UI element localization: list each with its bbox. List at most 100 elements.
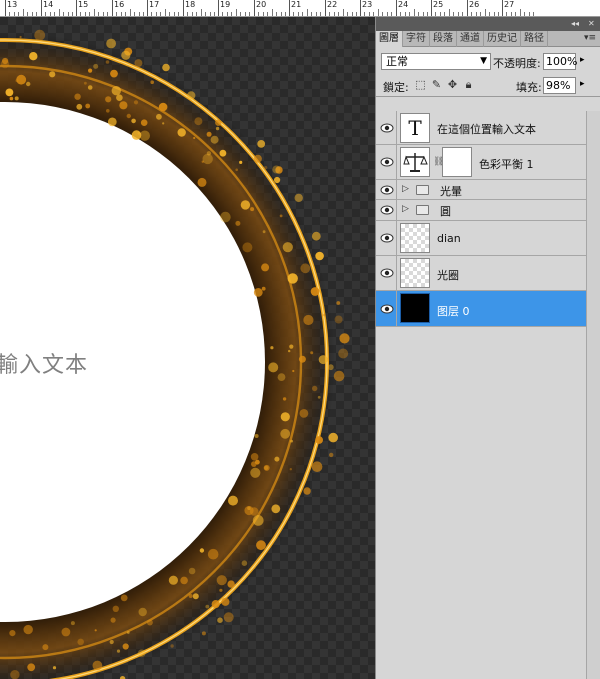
ruler-major-tick — [431, 0, 432, 16]
eye-icon[interactable] — [380, 232, 394, 244]
bokeh-dot — [279, 214, 283, 218]
bokeh-dot — [19, 35, 22, 39]
ruler-minor-tick — [116, 12, 117, 16]
ruler-major-tick — [289, 0, 290, 16]
bokeh-dot — [197, 177, 207, 187]
bokeh-dot — [311, 461, 323, 473]
ruler-minor-tick — [307, 9, 308, 16]
bokeh-dot — [156, 113, 162, 120]
bokeh-dot — [110, 69, 118, 78]
tab-paragraph[interactable]: 段落 — [430, 31, 457, 47]
layers-scrollbar[interactable] — [586, 111, 600, 679]
bokeh-dot — [274, 176, 281, 184]
eye-icon[interactable] — [380, 156, 394, 168]
panel-menu-icon[interactable]: ▾≡ — [580, 31, 600, 46]
bokeh-dot — [239, 160, 243, 164]
tab-channels[interactable]: 通道 — [457, 31, 484, 47]
ruler-minor-tick — [320, 12, 321, 16]
bokeh-dot — [85, 103, 91, 109]
ruler-minor-tick — [382, 12, 383, 16]
bokeh-dot — [223, 612, 234, 623]
ruler-minor-tick — [72, 12, 73, 16]
ruler-minor-tick — [364, 12, 365, 16]
ruler-minor-tick — [524, 12, 525, 16]
bokeh-dot — [253, 154, 262, 163]
layer-row-dian[interactable]: dian — [376, 221, 586, 256]
layer-mask-thumbnail[interactable] — [442, 147, 472, 177]
layer-row-text[interactable]: T 在這個位置輸入文本 — [376, 111, 586, 145]
layer-name: 在這個位置輸入文本 — [437, 123, 536, 136]
ruler-minor-tick — [494, 12, 495, 16]
bokeh-dot — [206, 131, 212, 137]
ruler-minor-tick — [506, 12, 507, 16]
bokeh-dot — [150, 80, 154, 84]
close-icon[interactable]: ✕ — [588, 19, 595, 28]
bokeh-dot — [221, 597, 230, 606]
tab-character[interactable]: 字符 — [403, 31, 430, 47]
lock-position-icon[interactable]: ✥ — [447, 79, 458, 91]
bokeh-dot — [268, 362, 279, 373]
ruler-minor-tick — [240, 12, 241, 16]
bokeh-dot — [250, 453, 259, 461]
eye-icon[interactable] — [380, 122, 394, 134]
bokeh-dot — [329, 452, 334, 458]
lock-pixels-icon[interactable]: ✎ — [431, 79, 442, 91]
bokeh-dot — [94, 629, 97, 632]
document-canvas[interactable]: 輸入文本 — [0, 17, 375, 679]
fill-dropdown-icon[interactable]: ▸ — [580, 79, 585, 89]
layer-row-halo[interactable]: 光圈 — [376, 256, 586, 291]
eye-icon[interactable] — [380, 184, 394, 196]
layer-row-group-circle[interactable]: ▷ 圓 — [376, 200, 586, 221]
ruler-minor-tick — [498, 12, 499, 16]
layer-row-layer-0[interactable]: 图层 0 — [376, 291, 586, 327]
ruler-label: 14 — [43, 0, 54, 9]
bokeh-dot — [280, 428, 291, 439]
bokeh-dot — [52, 666, 57, 670]
ruler-minor-tick — [245, 12, 246, 16]
bokeh-dot — [170, 644, 174, 648]
opacity-dropdown-icon[interactable]: ▸ — [580, 55, 585, 65]
bokeh-dot — [303, 487, 311, 495]
collapse-icon[interactable]: ◂◂ — [571, 19, 579, 28]
layer-name: 色彩平衡 1 — [479, 158, 534, 171]
ruler-minor-tick — [18, 12, 19, 16]
bokeh-dot — [220, 211, 231, 223]
layer-row-group-glow[interactable]: ▷ 光暈 — [376, 180, 586, 200]
eye-icon[interactable] — [380, 204, 394, 216]
ruler-minor-tick — [187, 12, 188, 16]
layer-row-color-balance[interactable]: ⛓ 色彩平衡 1 — [376, 145, 586, 180]
bokeh-dot — [168, 575, 178, 585]
ruler-minor-tick — [236, 9, 237, 16]
blend-mode-select[interactable]: 正常 ▼ — [381, 53, 491, 70]
lock-all-icon[interactable]: 🔒︎ — [463, 79, 474, 91]
bokeh-dot — [261, 263, 270, 272]
bokeh-dot — [339, 333, 350, 344]
bokeh-dot — [272, 165, 281, 174]
fill-input[interactable]: 98% — [543, 77, 576, 94]
ruler-minor-tick — [63, 12, 64, 16]
ruler-major-tick — [76, 0, 77, 16]
bokeh-dot — [274, 456, 280, 462]
lock-row: 鎖定: ⬚ ✎ ✥ 🔒︎ 填充: 98% ▸ — [376, 75, 600, 97]
bokeh-dot — [215, 126, 220, 131]
eye-icon[interactable] — [380, 267, 394, 279]
ruler-minor-tick — [462, 12, 463, 16]
opacity-input[interactable]: 100% — [543, 53, 577, 70]
bokeh-dot — [74, 93, 81, 100]
lock-transparent-icon[interactable]: ⬚ — [415, 79, 426, 91]
ruler-label: 25 — [433, 0, 444, 9]
ruler-minor-tick — [27, 12, 28, 16]
eye-icon[interactable] — [380, 303, 394, 315]
tab-layers[interactable]: 圖層 — [376, 31, 403, 47]
bokeh-dot — [116, 94, 123, 101]
ruler-minor-tick — [356, 12, 357, 16]
ruler-minor-tick — [14, 12, 15, 16]
bokeh-dot — [70, 621, 75, 626]
tab-paths[interactable]: 路径 — [521, 31, 548, 47]
tab-history[interactable]: 历史记 — [484, 31, 521, 47]
bokeh-dot — [88, 68, 93, 73]
bokeh-dot — [126, 113, 131, 119]
expand-arrow-icon[interactable]: ▷ — [402, 184, 409, 194]
canvas-text: 輸入文本 — [0, 353, 89, 378]
expand-arrow-icon[interactable]: ▷ — [402, 204, 409, 214]
